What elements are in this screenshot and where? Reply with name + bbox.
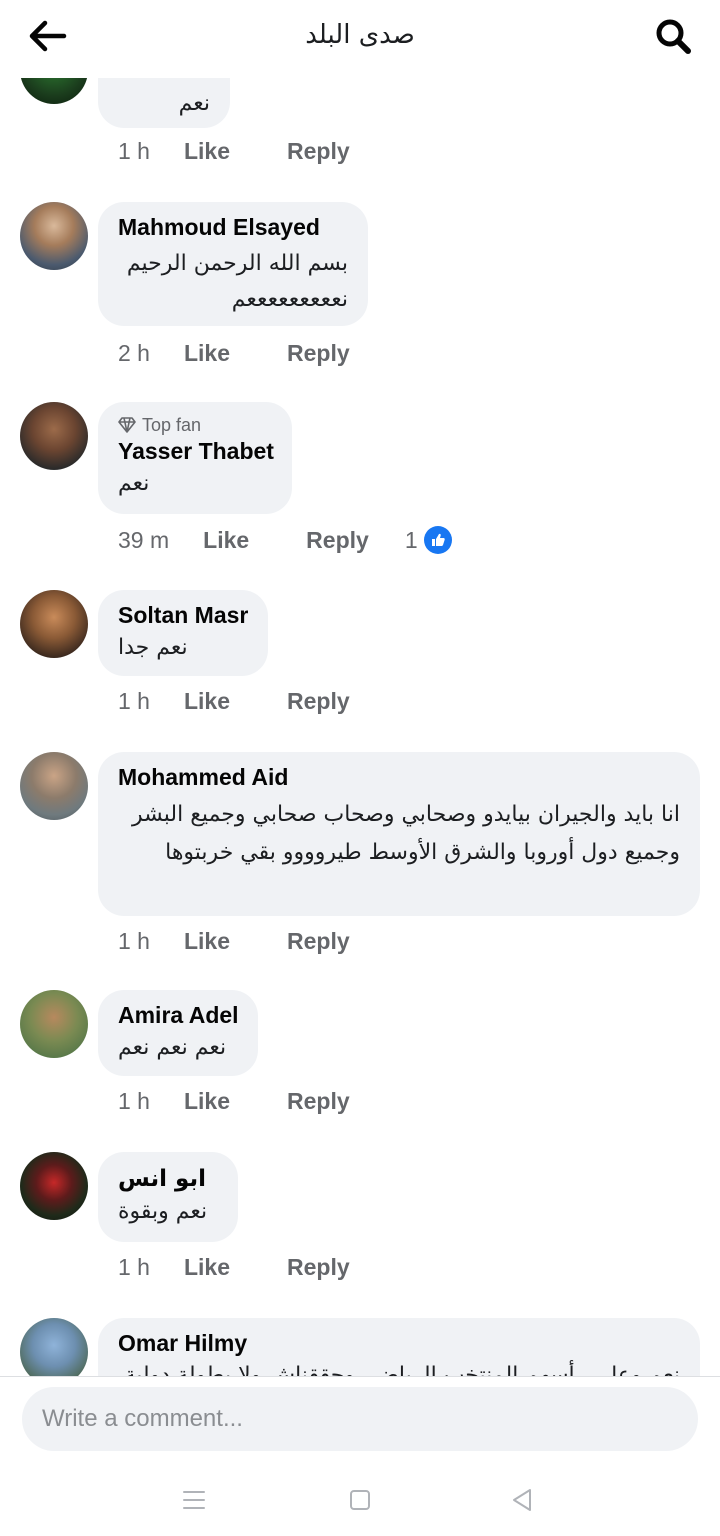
comment-text: نعم [118, 471, 150, 496]
comment-time: 1 h [118, 688, 150, 714]
diamond-icon [118, 417, 136, 433]
menu-icon [183, 1491, 205, 1509]
home-icon [350, 1490, 370, 1510]
avatar[interactable] [20, 990, 88, 1058]
comment-author[interactable]: ابو انس [118, 1164, 218, 1194]
reply-button[interactable]: Reply [287, 1254, 350, 1281]
page-title: صدى البلد [305, 20, 415, 50]
comment-text: نعم نعم نعم [118, 1035, 227, 1060]
reply-button[interactable]: Reply [287, 928, 350, 955]
reply-button[interactable]: Reply [306, 527, 369, 554]
badge-label: Top fan [142, 415, 202, 435]
comment-text: نعم [178, 91, 210, 116]
comment-time: 1 h [118, 928, 150, 954]
home-button[interactable] [340, 1484, 380, 1516]
like-reaction-icon [423, 526, 452, 554]
comment-author[interactable]: Mohammed Aid [118, 762, 680, 792]
avatar[interactable] [20, 202, 88, 270]
comment-bubble[interactable]: Soltan Masr نعم جدا [98, 590, 268, 676]
reply-button[interactable]: Reply [287, 1088, 350, 1115]
avatar[interactable] [20, 1152, 88, 1220]
system-nav-bar [0, 1468, 720, 1536]
like-button[interactable]: Like [184, 688, 230, 715]
comment-author[interactable]: Amira Adel [118, 1000, 239, 1030]
comment-actions: 1 h Like Reply [118, 928, 386, 955]
reaction-summary[interactable]: 1 [405, 526, 452, 554]
like-button[interactable]: Like [203, 527, 249, 554]
comment-time: 1 h [118, 1254, 150, 1280]
comment-author[interactable]: Yasser Thabet [118, 436, 274, 466]
comment-author[interactable]: Mahmoud Elsayed [118, 212, 348, 242]
comment-bubble[interactable]: Omar Hilmy نعم وعلى رأسهم المنتخب الرياض… [98, 1318, 700, 1376]
reaction-count: 1 [404, 526, 418, 553]
search-icon [656, 19, 691, 54]
comment-text: نعم وبقوة [118, 1199, 208, 1224]
comment-bubble[interactable]: ابو انس نعم وبقوة [98, 1152, 238, 1242]
comment-text: نعم وعلى رأسهم المنتخب الرياضي وحققناش و… [124, 1363, 681, 1376]
top-bar: صدى البلد [0, 0, 720, 78]
like-button[interactable]: Like [184, 340, 230, 367]
comment-bubble[interactable]: Top fan Yasser Thabet نعم [98, 402, 292, 514]
top-fan-badge: Top fan [118, 414, 272, 436]
comment-bubble[interactable]: Mahmoud Elsayed بسم الله الرحمن الرحيم ن… [98, 202, 368, 326]
avatar[interactable] [20, 752, 88, 820]
comment-actions: 1 h Like Reply [118, 138, 386, 165]
comment-author[interactable]: Omar Hilmy [118, 1328, 680, 1358]
comment-time: 1 h [118, 1088, 150, 1114]
search-button[interactable] [648, 12, 698, 60]
comment-bubble[interactable]: نعم [98, 78, 230, 128]
like-button[interactable]: Like [184, 1254, 230, 1281]
comment-actions: 1 h Like Reply [118, 688, 386, 715]
like-button[interactable]: Like [184, 1088, 230, 1115]
comment-text: نعم جدا [118, 635, 188, 660]
comment-input[interactable] [22, 1387, 698, 1451]
comment-actions: 39 m Like Reply 1 [118, 526, 452, 554]
avatar[interactable] [20, 590, 88, 658]
comment-text: بسم الله الرحمن الرحيم نعععععععععم [126, 251, 348, 312]
avatar[interactable] [20, 1318, 88, 1376]
avatar[interactable] [20, 78, 88, 104]
comment-bubble[interactable]: Mohammed Aid انا بايد والجيران بيايدو وص… [98, 752, 700, 916]
comment-author[interactable]: Soltan Masr [118, 600, 248, 630]
like-button[interactable]: Like [184, 928, 230, 955]
comment-bubble[interactable]: Amira Adel نعم نعم نعم [98, 990, 258, 1076]
avatar[interactable] [20, 402, 88, 470]
triangle-back-icon [513, 1489, 531, 1511]
reply-button[interactable]: Reply [287, 688, 350, 715]
comment-time: 1 h [118, 138, 150, 164]
comment-time: 2 h [118, 340, 150, 366]
comment-actions: 2 h Like Reply [118, 340, 386, 367]
reply-button[interactable]: Reply [287, 138, 350, 165]
comment-composer [0, 1376, 720, 1468]
like-button[interactable]: Like [184, 138, 230, 165]
comment-text: انا بايد والجيران بيايدو وصحابي وصحاب صح… [132, 802, 680, 865]
comment-actions: 1 h Like Reply [118, 1088, 386, 1115]
comment-time: 39 m [118, 526, 170, 553]
back-nav-button[interactable] [502, 1484, 542, 1516]
menu-button[interactable] [174, 1484, 214, 1516]
reply-button[interactable]: Reply [287, 340, 350, 367]
comment-actions: 1 h Like Reply [118, 1254, 386, 1281]
comments-list: نعم 1 h Like Reply Mahmoud Elsayed بسم ا… [0, 78, 720, 1376]
